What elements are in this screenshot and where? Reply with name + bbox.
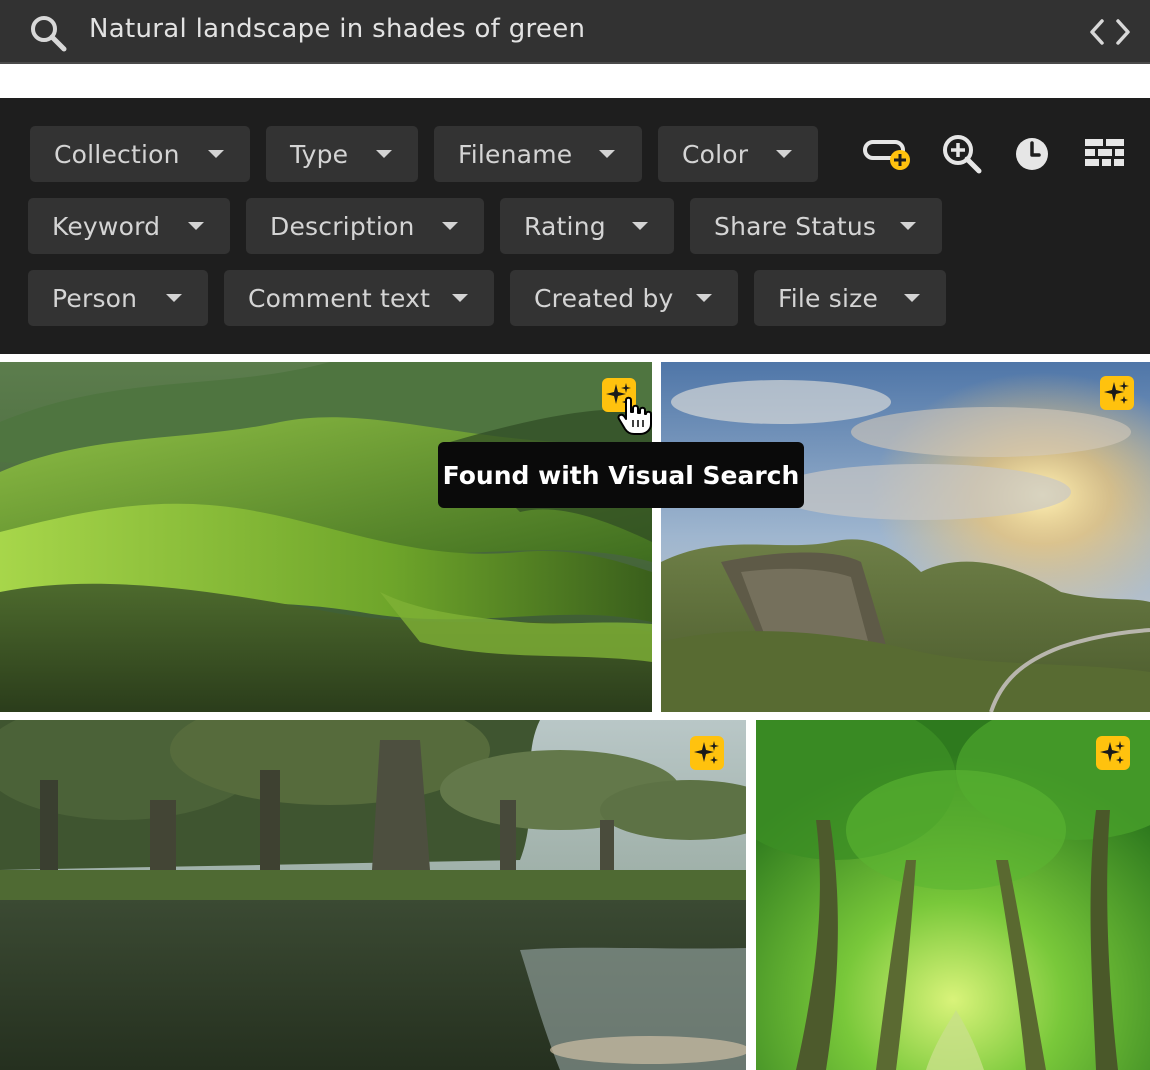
search-bar: Natural landscape in shades of green: [0, 0, 1150, 64]
filter-chip-label: Person: [52, 283, 138, 313]
filter-chip-label: Rating: [524, 211, 606, 241]
filter-chip-keyword[interactable]: Keyword: [28, 198, 230, 254]
caret-down-icon: [776, 150, 792, 158]
caret-down-icon: [376, 150, 392, 158]
hand-pointer-icon: [617, 396, 652, 435]
visual-search-tooltip: Found with Visual Search: [438, 442, 804, 508]
filter-chip-created-by[interactable]: Created by: [510, 270, 738, 326]
filter-chip-label: Type: [290, 139, 349, 169]
filter-chip-person[interactable]: Person: [28, 270, 208, 326]
caret-down-icon: [452, 294, 468, 302]
filter-chip-share-status[interactable]: Share Status: [690, 198, 942, 254]
search-icon[interactable]: [28, 13, 68, 53]
filter-chip-collection[interactable]: Collection: [30, 126, 250, 182]
caret-down-icon: [442, 222, 458, 230]
filter-chip-filename[interactable]: Filename: [434, 126, 642, 182]
filter-chip-description[interactable]: Description: [246, 198, 484, 254]
filter-panel: Collection Type Filename Color Keyword D…: [0, 98, 1150, 354]
filter-chip-label: Comment text: [248, 283, 431, 313]
result-image-mountain-cliff-sunset[interactable]: [661, 362, 1150, 712]
filter-chip-label: File size: [778, 283, 879, 313]
thumbnail-image: [756, 720, 1150, 1070]
thumbnail-image: [0, 720, 746, 1070]
filter-chip-rating[interactable]: Rating: [500, 198, 674, 254]
filter-chip-label: Keyword: [52, 211, 161, 241]
caret-down-icon: [599, 150, 615, 158]
masonry-grid-icon[interactable]: [1082, 130, 1130, 178]
filter-chip-label: Filename: [458, 139, 573, 169]
zoom-in-icon[interactable]: [938, 130, 986, 178]
add-filter-icon[interactable]: [862, 130, 910, 178]
caret-down-icon: [188, 222, 204, 230]
filter-chip-color[interactable]: Color: [658, 126, 818, 182]
visual-search-sparkle-icon[interactable]: [1096, 736, 1130, 770]
filter-chip-label: Share Status: [714, 211, 877, 241]
result-image-green-rolling-hills[interactable]: [0, 362, 652, 712]
visual-search-sparkle-icon[interactable]: [1100, 376, 1134, 410]
caret-down-icon: [904, 294, 920, 302]
filter-chip-label: Color: [682, 139, 749, 169]
filter-chip-file-size[interactable]: File size: [754, 270, 946, 326]
visual-search-sparkle-icon[interactable]: [690, 736, 724, 770]
caret-down-icon: [632, 222, 648, 230]
caret-down-icon: [208, 150, 224, 158]
caret-down-icon: [166, 294, 182, 302]
filter-chip-label: Collection: [54, 139, 180, 169]
caret-down-icon: [900, 222, 916, 230]
result-image-cypress-swamp[interactable]: [0, 720, 746, 1070]
recent-history-icon[interactable]: [1008, 130, 1056, 178]
thumbnail-image: [661, 362, 1150, 712]
filter-chip-comment-text[interactable]: Comment text: [224, 270, 494, 326]
search-input[interactable]: Natural landscape in shades of green: [89, 14, 585, 44]
filter-chip-label: Created by: [534, 283, 674, 313]
filter-chip-type[interactable]: Type: [266, 126, 418, 182]
code-brackets-icon[interactable]: [1088, 16, 1132, 48]
result-image-green-forest-path[interactable]: [756, 720, 1150, 1070]
caret-down-icon: [696, 294, 712, 302]
filter-chip-label: Description: [270, 211, 415, 241]
thumbnail-image: [0, 362, 652, 712]
